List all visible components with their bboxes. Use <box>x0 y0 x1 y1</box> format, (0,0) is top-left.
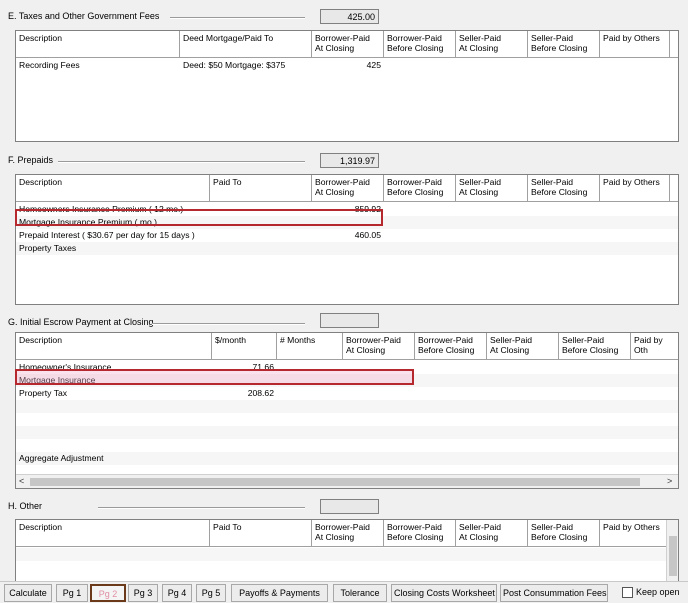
section-h-grid[interactable]: Description Paid To Borrower-Paid At Clos… <box>15 519 679 581</box>
section-e-total: 425.00 <box>320 9 379 24</box>
section-e-grid[interactable]: Description Deed Mortgage/Paid To Borrow… <box>15 30 679 142</box>
vertical-scrollbar[interactable] <box>666 520 678 581</box>
section-e-header: Description Deed Mortgage/Paid To Borrow… <box>16 31 678 58</box>
table-row[interactable]: Aggregate Adjustment <box>16 452 678 465</box>
tab-pg5[interactable]: Pg 5 <box>196 584 226 602</box>
col-seller-at-closing: Seller-Paid At Closing <box>456 175 528 201</box>
post-consummation-fees-button[interactable]: Post Consummation Fees <box>500 584 608 602</box>
row-per-month: 208.62 <box>247 388 274 398</box>
col-paid-by-others: Paid by Others <box>603 522 660 532</box>
aggregate-adjustment-label: Aggregate Adjustment <box>19 453 104 463</box>
col-description: Description <box>16 333 212 359</box>
tab-pg4[interactable]: Pg 4 <box>162 584 192 602</box>
section-h-divider <box>98 507 305 509</box>
section-f-header: Description Paid To Borrower-Paid At Clos… <box>16 175 678 202</box>
tolerance-button[interactable]: Tolerance <box>333 584 387 602</box>
closing-costs-worksheet-button[interactable]: Closing Costs Worksheet <box>391 584 497 602</box>
col-paid-by-others: Paid by Oth <box>634 335 663 355</box>
tab-pg2[interactable]: Pg 2 <box>90 584 126 602</box>
col-seller-before-closing: Seller-Paid Before Closing <box>528 520 600 546</box>
col-seller-before-closing: Seller-Paid Before Closing <box>559 333 631 359</box>
section-g-header: Description $/month # Months Borrower-Pa… <box>16 333 678 360</box>
row-borrower-at-closing: 460.05 <box>354 230 381 240</box>
col-borrower-before-closing: Borrower-Paid Before Closing <box>384 175 456 201</box>
tab-pg1[interactable]: Pg 1 <box>56 584 88 602</box>
col-borrower-before-closing: Borrower-Paid Before Closing <box>415 333 487 359</box>
col-seller-at-closing: Seller-Paid At Closing <box>456 31 528 57</box>
col-paid-to: Paid To <box>210 520 312 546</box>
scroll-thumb[interactable] <box>30 478 640 486</box>
col-seller-before-closing: Seller-Paid Before Closing <box>528 31 600 57</box>
table-row[interactable]: Prepaid Interest ( $30.67 per day for 15… <box>16 229 678 242</box>
section-h-header: Description Paid To Borrower-Paid At Clos… <box>16 520 668 547</box>
col-description: Description <box>16 175 210 201</box>
table-row <box>16 400 678 413</box>
row-paid-to: Deed: $50 Mortgage: $375 <box>183 60 286 70</box>
table-row <box>16 439 678 452</box>
calculate-button[interactable]: Calculate <box>4 584 52 602</box>
section-g-divider <box>152 323 305 325</box>
section-e-divider <box>170 17 305 19</box>
col-borrower-at-closing: Borrower-Paid At Closing <box>312 31 384 57</box>
col-per-month: $/month <box>212 333 277 359</box>
col-seller-before-closing: Seller-Paid Before Closing <box>528 175 600 201</box>
row-description: Prepaid Interest ( $30.67 per day for 15… <box>19 230 195 240</box>
keep-open-checkbox[interactable] <box>622 587 633 598</box>
scroll-right-icon[interactable]: > <box>667 476 672 486</box>
table-row <box>16 413 678 426</box>
row-description: Property Taxes <box>19 243 77 253</box>
col-description: Description <box>16 31 180 57</box>
col-borrower-at-closing: Borrower-Paid At Closing <box>312 175 384 201</box>
row-description: Recording Fees <box>19 60 80 70</box>
col-paid-by-others: Paid by Others <box>600 175 670 201</box>
keep-open-label: Keep open <box>636 587 680 597</box>
col-deed-mortgage-paid-to: Deed Mortgage/Paid To <box>180 31 312 57</box>
section-f-total: 1,319.97 <box>320 153 379 168</box>
payoffs-payments-button[interactable]: Payoffs & Payments <box>231 584 328 602</box>
row-borrower-at-closing <box>312 242 384 255</box>
row-description: Property Tax <box>19 388 68 398</box>
scroll-left-icon[interactable]: < <box>19 476 24 486</box>
table-row[interactable]: Property Taxes <box>16 242 678 255</box>
highlight-mortgage-insurance <box>15 369 414 385</box>
col-seller-at-closing: Seller-Paid At Closing <box>456 520 528 546</box>
col-description: Description <box>16 520 210 546</box>
col-borrower-at-closing: Borrower-Paid At Closing <box>343 333 415 359</box>
row-borrower-at-closing: 425 <box>366 60 381 70</box>
section-g-total <box>320 313 379 328</box>
col-paid-by-others: Paid by Others <box>600 31 670 57</box>
highlight-mortgage-insurance-premium <box>15 209 383 226</box>
vertical-scroll-thumb[interactable] <box>669 536 677 576</box>
col-borrower-at-closing: Borrower-Paid At Closing <box>312 520 384 546</box>
col-paid-to: Paid To <box>210 175 312 201</box>
col-borrower-before-closing: Borrower-Paid Before Closing <box>384 31 456 57</box>
section-f-divider <box>58 161 305 163</box>
section-f-title: F. Prepaids <box>8 155 54 165</box>
table-row <box>16 548 668 561</box>
table-row[interactable]: Recording Fees Deed: $50 Mortgage: $375 … <box>16 59 678 72</box>
horizontal-scrollbar[interactable]: < > <box>16 474 678 488</box>
col-seller-at-closing: Seller-Paid At Closing <box>487 333 559 359</box>
tab-pg3[interactable]: Pg 3 <box>128 584 158 602</box>
table-row <box>16 561 668 574</box>
section-g-title: G. Initial Escrow Payment at Closing <box>8 317 154 327</box>
section-g-grid[interactable]: Description $/month # Months Borrower-Pa… <box>15 332 679 489</box>
table-row <box>16 426 678 439</box>
section-h-total <box>320 499 379 514</box>
col-borrower-before-closing: Borrower-Paid Before Closing <box>384 520 456 546</box>
bottom-toolbar: Calculate Pg 1 Pg 2 Pg 3 Pg 4 Pg 5 Payof… <box>0 581 688 603</box>
section-e-title: E. Taxes and Other Government Fees <box>8 11 160 21</box>
col-months: # Months <box>277 333 343 359</box>
section-f-grid[interactable]: Description Paid To Borrower-Paid At Clos… <box>15 174 679 305</box>
table-row[interactable]: Property Tax 208.62 <box>16 387 678 400</box>
section-h-title: H. Other <box>8 501 43 511</box>
